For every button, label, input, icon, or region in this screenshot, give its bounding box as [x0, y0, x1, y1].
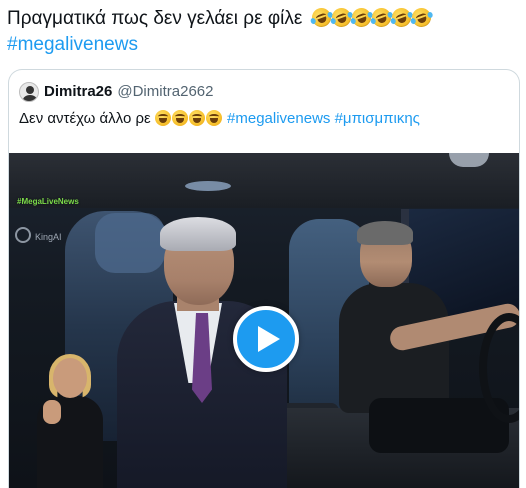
avatar[interactable]	[19, 82, 39, 102]
video-watermark-sub: KingAI	[35, 232, 62, 242]
video-watermark: #MegaLiveNews	[17, 197, 79, 206]
tweet-hashtag-link[interactable]: #megalivenews	[7, 32, 519, 58]
play-button[interactable]	[233, 306, 299, 372]
video-scene-roof	[9, 153, 519, 208]
rolling-on-floor-laughing-icon	[368, 5, 394, 30]
tweet-text: Πραγματικά πως δεν γελάει ρε φίλε #megal…	[7, 5, 519, 58]
face-with-tears-of-joy-icon	[188, 110, 205, 126]
quoted-tweet-header: Dimitra26 @Dimitra2662	[19, 82, 213, 102]
face-with-tears-of-joy-icon	[205, 110, 222, 126]
video-player[interactable]: #MegaLiveNews KingAI	[9, 153, 519, 488]
tweet-text-line: Πραγματικά πως δεν γελάει ρε φίλε	[7, 5, 519, 32]
face-with-tears-of-joy-icon	[171, 110, 188, 126]
quoted-text-body: Δεν αντέχω άλλο ρε	[19, 110, 151, 127]
rolling-on-floor-laughing-icon	[388, 5, 414, 30]
play-icon	[258, 326, 280, 352]
quoted-handle[interactable]: @Dimitra2662	[117, 82, 213, 102]
quoted-emoji-row	[154, 110, 227, 127]
video-scene-sign-interpreter	[37, 354, 107, 488]
tweet-emoji-row	[308, 5, 434, 30]
rolling-on-floor-laughing-icon	[308, 5, 334, 30]
quoted-tweet-text: Δεν αντέχω άλλο ρε #megalivenews #μπισμπ…	[19, 109, 420, 129]
rolling-on-floor-laughing-icon	[408, 5, 434, 30]
quoted-display-name[interactable]: Dimitra26	[44, 82, 112, 102]
rolling-on-floor-laughing-icon	[328, 5, 354, 30]
quoted-tweet-card[interactable]: Dimitra26 @Dimitra2662 Δεν αντέχω άλλο ρ…	[8, 69, 520, 488]
rolling-on-floor-laughing-icon	[348, 5, 374, 30]
tweet-text-body: Πραγματικά πως δεν γελάει ρε φίλε	[7, 8, 303, 29]
face-with-tears-of-joy-icon	[154, 110, 171, 126]
quoted-hashtag-links[interactable]: #megalivenews #μπισμπικης	[227, 110, 420, 127]
watermark-logo-icon	[15, 227, 31, 243]
